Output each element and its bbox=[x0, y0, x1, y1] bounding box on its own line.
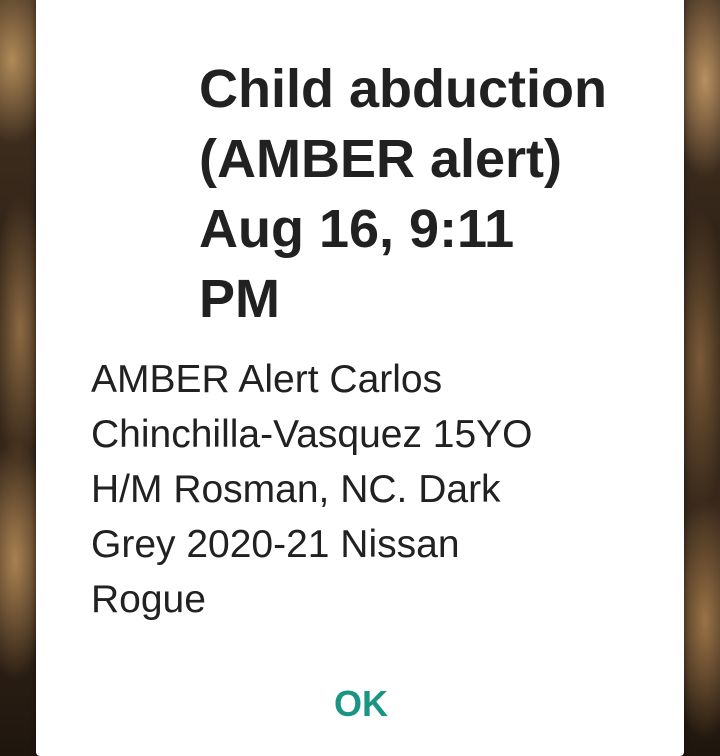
alert-title-line-4: PM bbox=[199, 269, 280, 329]
alert-title-line-2: (AMBER alert) bbox=[199, 129, 563, 189]
alert-message-line-2: Chinchilla-Vasquez 15YO bbox=[91, 413, 533, 456]
alert-title-line-3: Aug 16, 9:11 bbox=[199, 199, 515, 259]
alert-message-line-4: Grey 2020-21 Nissan bbox=[91, 523, 460, 566]
alert-title: Child abduction (AMBER alert) Aug 16, 9:… bbox=[199, 54, 639, 334]
alert-title-line-1: Child abduction bbox=[199, 59, 607, 119]
ok-button[interactable]: OK bbox=[313, 674, 409, 734]
alert-message-line-1: AMBER Alert Carlos bbox=[91, 358, 443, 401]
alert-message: AMBER Alert Carlos Chinchilla-Vasquez 15… bbox=[91, 352, 661, 627]
alert-message-line-5: Rogue bbox=[91, 578, 206, 621]
emergency-alert-dialog: Child abduction (AMBER alert) Aug 16, 9:… bbox=[36, 0, 684, 756]
alert-message-line-3: H/M Rosman, NC. Dark bbox=[91, 468, 501, 511]
